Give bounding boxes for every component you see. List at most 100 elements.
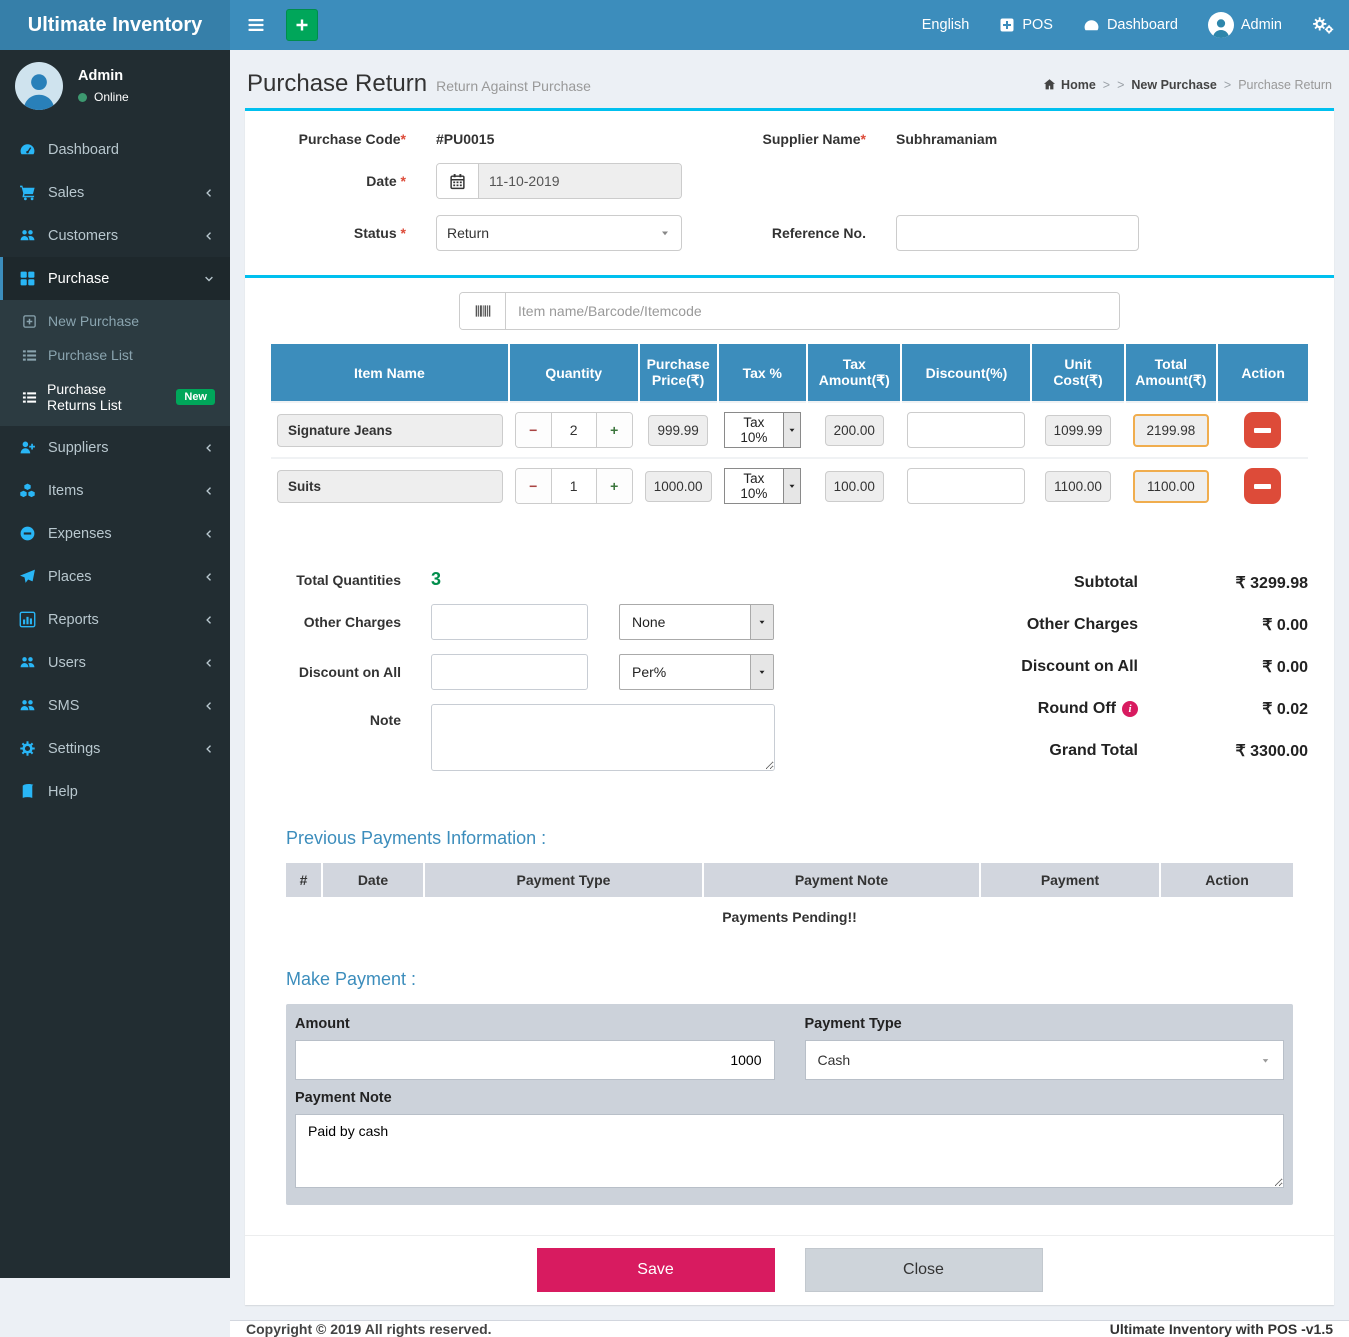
item-search-input[interactable] — [506, 293, 1119, 329]
date-input[interactable] — [479, 164, 681, 198]
chevron-left-icon — [203, 187, 215, 199]
sidebar-item-suppliers[interactable]: Suppliers — [0, 426, 230, 469]
paper-plane-icon — [18, 568, 36, 585]
chevron-down-icon — [203, 273, 215, 285]
previous-payments-table: # Date Payment Type Payment Note Payment… — [286, 863, 1293, 935]
sidebar-menu: Dashboard Sales Customers Purchase — [0, 128, 230, 813]
tax-select[interactable]: Tax 10% — [724, 412, 802, 448]
settings-gears-button[interactable] — [1297, 0, 1349, 50]
chevron-left-icon — [203, 485, 215, 497]
remove-item-button[interactable] — [1244, 412, 1281, 448]
total-quantities-value: 3 — [431, 569, 441, 590]
breadcrumb: Home > > New Purchase > Purchase Return — [1043, 78, 1332, 92]
sidebar-item-new-purchase[interactable]: New Purchase — [0, 304, 230, 338]
status-label: Status * — [271, 225, 406, 241]
dashboard-icon — [1083, 17, 1100, 34]
chevron-left-icon — [203, 528, 215, 540]
discount-total-label: Discount on All — [888, 657, 1138, 677]
list-icon — [22, 348, 38, 363]
col-number: # — [286, 863, 322, 898]
previous-payments-heading: Previous Payments Information : — [286, 828, 1293, 849]
qty-input[interactable] — [552, 469, 596, 503]
status-select[interactable]: Return — [436, 215, 682, 251]
qty-decrease-button[interactable]: − — [516, 413, 552, 447]
other-charges-type-select[interactable]: None — [619, 604, 774, 640]
unit-cost-field: 1100.00 — [1045, 471, 1111, 502]
sidebar-item-dashboard[interactable]: Dashboard — [0, 128, 230, 171]
quick-add-button[interactable] — [286, 9, 318, 41]
amount-input[interactable] — [295, 1040, 775, 1080]
chevron-left-icon — [203, 657, 215, 669]
save-button[interactable]: Save — [537, 1248, 775, 1292]
items-table: Item Name Quantity Purchase Price(₹) Tax… — [271, 344, 1308, 513]
sms-icon — [18, 697, 36, 714]
payment-note-textarea[interactable]: Paid by cash — [295, 1114, 1284, 1188]
breadcrumb-home[interactable]: Home — [1043, 78, 1096, 92]
sidebar-item-sms[interactable]: SMS — [0, 684, 230, 727]
dashboard-link[interactable]: Dashboard — [1068, 0, 1193, 50]
sidebar-item-help[interactable]: Help — [0, 770, 230, 813]
sidebar-item-purchase-returns-list[interactable]: Purchase Returns List New — [0, 372, 230, 422]
tax-amount-field: 100.00 — [825, 471, 884, 502]
minus-circle-icon — [18, 525, 36, 542]
breadcrumb-separator: > — [1103, 78, 1110, 92]
sidebar-item-expenses[interactable]: Expenses — [0, 512, 230, 555]
chevron-left-icon — [203, 442, 215, 454]
form-actions: Save Close — [245, 1235, 1334, 1305]
caret-down-icon — [750, 605, 773, 639]
col-purchase-price: Purchase Price(₹) — [639, 344, 718, 402]
sidebar-item-items[interactable]: Items — [0, 469, 230, 512]
info-icon[interactable]: i — [1122, 701, 1138, 717]
item-row: Signature Jeans − + 999.99 — [271, 402, 1308, 458]
discount-total-value: ₹ 0.00 — [1138, 657, 1308, 677]
sidebar-toggle-button[interactable] — [230, 0, 282, 50]
chevron-left-icon — [203, 743, 215, 755]
chevron-left-icon — [203, 700, 215, 712]
qty-increase-button[interactable]: + — [596, 469, 632, 503]
chevron-left-icon — [203, 614, 215, 626]
close-button[interactable]: Close — [805, 1248, 1043, 1292]
sidebar-user-panel: Admin Online — [0, 50, 230, 124]
sidebar-item-purchase[interactable]: Purchase — [0, 257, 230, 300]
sidebar-user-status: Online — [78, 90, 129, 104]
discount-input[interactable] — [907, 412, 1025, 448]
tax-select[interactable]: Tax 10% — [724, 468, 802, 504]
sidebar-item-settings[interactable]: Settings — [0, 727, 230, 770]
note-textarea[interactable] — [431, 704, 775, 771]
discount-type-select[interactable]: Per% — [619, 654, 774, 690]
discount-on-all-input[interactable] — [431, 654, 588, 690]
sidebar-item-places[interactable]: Places — [0, 555, 230, 598]
quantity-stepper: − + — [515, 468, 633, 504]
pos-label: POS — [1022, 17, 1053, 33]
sidebar-item-sales[interactable]: Sales — [0, 171, 230, 214]
cart-icon — [18, 184, 36, 201]
col-payment-note: Payment Note — [703, 863, 980, 898]
online-status-dot — [78, 93, 87, 102]
qty-input[interactable] — [552, 413, 596, 447]
subtotal-value: ₹ 3299.98 — [1138, 573, 1308, 593]
avatar — [15, 62, 63, 110]
supplier-name-value: Subhramaniam — [896, 131, 1139, 147]
remove-item-button[interactable] — [1244, 468, 1281, 504]
language-menu[interactable]: English — [907, 0, 985, 50]
brand-logo[interactable]: Ultimate Inventory — [0, 0, 230, 50]
discount-input[interactable] — [907, 468, 1025, 504]
sidebar-item-users[interactable]: Users — [0, 641, 230, 684]
payment-type-value: Cash — [818, 1052, 851, 1068]
payment-type-select[interactable]: Cash — [805, 1040, 1285, 1080]
pos-link[interactable]: POS — [984, 0, 1068, 50]
user-menu[interactable]: Admin — [1193, 0, 1297, 50]
breadcrumb-new-purchase[interactable]: New Purchase — [1131, 78, 1216, 92]
brand-title: Ultimate Inventory — [28, 14, 202, 37]
purchase-price-field: 999.99 — [648, 415, 707, 446]
col-item-name: Item Name — [271, 344, 509, 402]
qty-decrease-button[interactable]: − — [516, 469, 552, 503]
quantity-stepper: − + — [515, 412, 633, 448]
sidebar-item-reports[interactable]: Reports — [0, 598, 230, 641]
other-charges-input[interactable] — [431, 604, 588, 640]
gear-icon — [18, 740, 36, 757]
sidebar-item-customers[interactable]: Customers — [0, 214, 230, 257]
sidebar-item-purchase-list[interactable]: Purchase List — [0, 338, 230, 372]
reference-input[interactable] — [896, 215, 1139, 251]
qty-increase-button[interactable]: + — [596, 413, 632, 447]
